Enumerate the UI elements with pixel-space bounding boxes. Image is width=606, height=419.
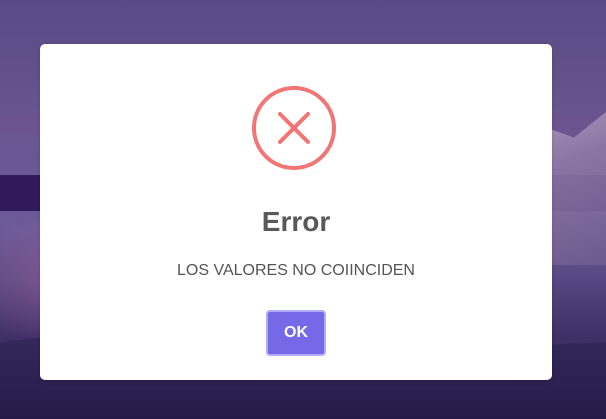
error-dialog: Error LOS VALORES NO COIINCIDEN OK bbox=[40, 44, 552, 380]
dialog-message: LOS VALORES NO COIINCIDEN bbox=[177, 262, 415, 279]
ok-button[interactable]: OK bbox=[266, 310, 326, 356]
dialog-title: Error bbox=[261, 206, 331, 237]
error-x-icon bbox=[252, 86, 336, 170]
